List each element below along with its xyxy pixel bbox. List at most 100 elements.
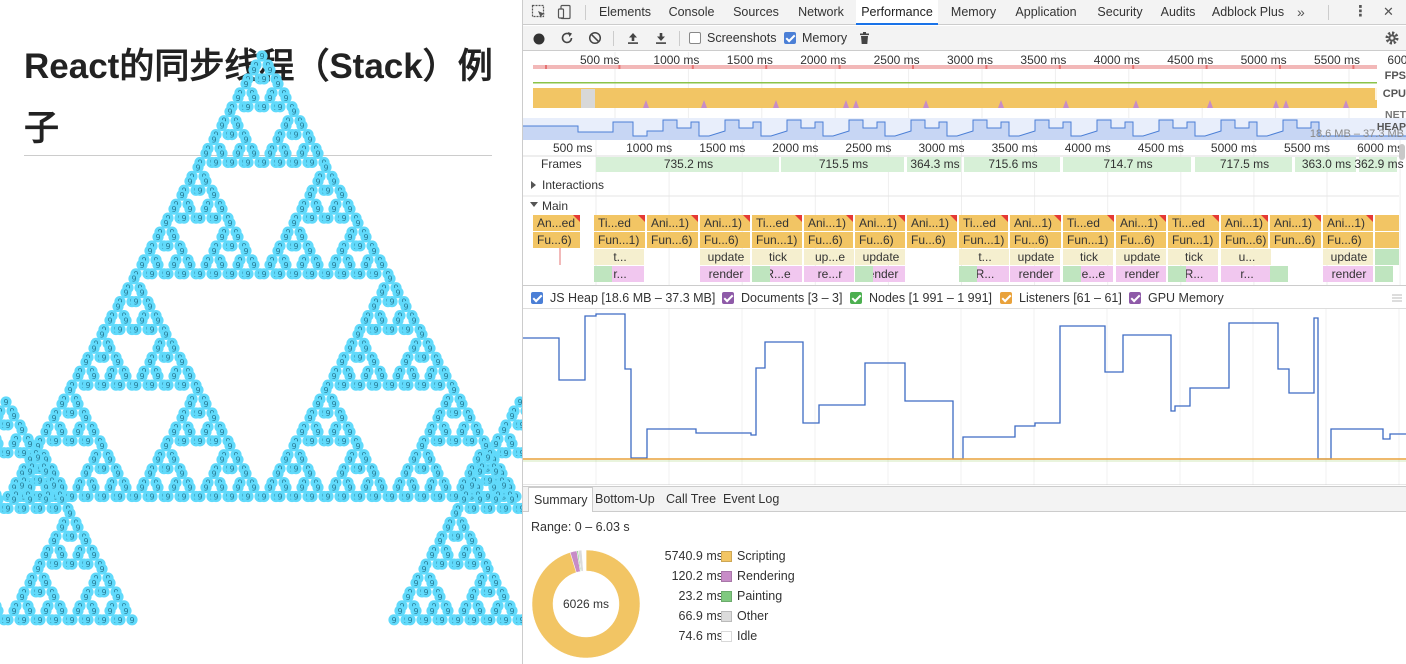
task-block[interactable]: Ti...ed [1168, 215, 1219, 231]
function-call-block[interactable]: Fu...6) [533, 232, 580, 248]
svg-text:9: 9 [107, 456, 112, 465]
function-call-block[interactable]: Fu...6) [855, 232, 905, 248]
function-call-block[interactable]: Fun...1) [1168, 232, 1219, 248]
save-profile-icon[interactable] [654, 31, 668, 45]
screenshots-checkbox[interactable] [689, 32, 701, 44]
task-block[interactable]: An...ed [533, 215, 580, 231]
update-call-block[interactable]: tick [1063, 249, 1113, 265]
memory-checkbox[interactable] [784, 32, 796, 44]
task-block[interactable]: Ti...ed [594, 215, 645, 231]
task-block[interactable]: Ani...1) [1323, 215, 1373, 231]
update-call-block[interactable]: update [855, 249, 905, 265]
svg-text:9: 9 [149, 325, 154, 334]
update-call-block[interactable]: up...e [804, 249, 854, 265]
task-block[interactable]: Ani...1) [907, 215, 957, 231]
svg-text:Fun...6): Fun...6) [1225, 233, 1266, 247]
task-block[interactable]: Ani...1) [1116, 215, 1166, 231]
collect-garbage-icon[interactable] [858, 31, 871, 45]
function-call-block[interactable]: Fun...1) [1063, 232, 1114, 248]
tab-event-log[interactable]: Event Log [718, 487, 784, 512]
function-call-block[interactable]: Fun...6) [1270, 232, 1321, 248]
update-call-block[interactable]: tick [752, 249, 802, 265]
task-block[interactable]: Ti...ed [959, 215, 1008, 231]
update-call-block[interactable]: update [1010, 249, 1060, 265]
memory-counters-chart[interactable] [523, 309, 1406, 485]
js-heap-checkbox[interactable] [531, 292, 543, 304]
function-call-block[interactable]: Fu...6) [700, 232, 750, 248]
tab-elements[interactable]: Elements [593, 0, 657, 24]
render-call-block[interactable]: r... [1221, 266, 1271, 282]
record-icon[interactable] [532, 32, 546, 46]
update-call-block[interactable]: update [700, 249, 750, 265]
update-call-block[interactable]: tick [1168, 249, 1218, 265]
reload-record-icon[interactable] [560, 31, 574, 45]
function-call-block[interactable]: Fu...6) [907, 232, 957, 248]
tab-adblock-plus[interactable]: Adblock Plus [1205, 0, 1291, 24]
task-block[interactable]: Ani...1) [855, 215, 905, 231]
tab-sources[interactable]: Sources [728, 0, 784, 24]
close-devtools-icon[interactable]: ✕ [1383, 4, 1394, 20]
svg-text:9: 9 [21, 504, 26, 513]
tab-application[interactable]: Application [1010, 0, 1082, 24]
clear-icon[interactable] [588, 31, 602, 45]
update-call-block[interactable]: update [1323, 249, 1373, 265]
tab-audits[interactable]: Audits [1159, 0, 1197, 24]
function-call-block[interactable]: Fun...1) [594, 232, 645, 248]
tab-memory[interactable]: Memory [945, 0, 1002, 24]
task-block[interactable]: Ani...1) [1010, 215, 1061, 231]
customize-menu-icon[interactable]: ⋮ [1353, 4, 1368, 20]
load-profile-icon[interactable] [626, 31, 640, 45]
documents-checkbox[interactable] [722, 292, 734, 304]
update-call-block[interactable]: t... [594, 249, 644, 265]
svg-text:9: 9 [187, 261, 192, 270]
nodes-checkbox[interactable] [850, 292, 862, 304]
render-call-block[interactable]: render [700, 266, 750, 282]
render-call-block[interactable]: render [1323, 266, 1373, 282]
main-thread-label[interactable]: Main [542, 199, 568, 213]
resize-handle-icon[interactable] [1392, 294, 1402, 302]
update-call-block[interactable]: t... [959, 249, 1009, 265]
svg-text:9: 9 [101, 588, 106, 597]
update-call-block[interactable]: update [1116, 249, 1166, 265]
task-block[interactable]: Ani...1) [647, 215, 698, 231]
listeners-checkbox[interactable] [1000, 292, 1012, 304]
task-block[interactable]: Ti...ed [1063, 215, 1114, 231]
capture-settings-gear-icon[interactable] [1384, 30, 1400, 46]
task-block[interactable]: Ti...ed [752, 215, 802, 231]
gpu-memory-checkbox[interactable] [1129, 292, 1141, 304]
dot: 9 [194, 407, 206, 419]
tab-security[interactable]: Security [1089, 0, 1151, 24]
function-call-block[interactable]: Fun...6) [647, 232, 698, 248]
function-call-block[interactable]: Fu...6) [1010, 232, 1061, 248]
function-call-block[interactable]: Fu...6) [1116, 232, 1166, 248]
tab-call-tree[interactable]: Call Tree [661, 487, 721, 512]
task-block[interactable]: Ani...1) [804, 215, 853, 231]
function-call-block[interactable]: Fun...6) [1221, 232, 1268, 248]
render-call-block[interactable]: render [1116, 266, 1166, 282]
task-block[interactable]: Ani...1) [700, 215, 750, 231]
function-call-block[interactable]: Fun...1) [959, 232, 1008, 248]
timeline-overview[interactable]: 500 ms 1000 ms 1500 ms 2000 ms 2500 ms 3000 m… [523, 52, 1406, 140]
interactions-label[interactable]: Interactions [542, 178, 604, 192]
flame-chart[interactable]: 500 ms 1000 ms 1500 ms 2000 ms 2500 ms 3000 m… [523, 140, 1406, 285]
svg-text:9: 9 [227, 219, 232, 228]
render-call-block[interactable]: render [1010, 266, 1060, 282]
task-block[interactable]: Ani...1) [1221, 215, 1268, 231]
inspect-element-icon[interactable] [531, 4, 547, 20]
svg-text:update: update [708, 250, 745, 264]
function-call-block[interactable]: Fun...1) [752, 232, 802, 248]
function-call-block[interactable]: Fu...6) [1323, 232, 1373, 248]
tab-performance[interactable]: Performance [856, 0, 938, 25]
tab-bottom-up[interactable]: Bottom-Up [590, 487, 660, 512]
update-call-block[interactable]: u... [1221, 249, 1271, 265]
function-call-block[interactable]: Fu...6) [804, 232, 853, 248]
svg-text:9: 9 [371, 247, 376, 256]
tab-summary[interactable]: Summary [528, 487, 594, 512]
task-block[interactable]: Ani...1) [1270, 215, 1321, 231]
tab-network[interactable]: Network [792, 0, 850, 24]
tab-console[interactable]: Console [663, 0, 720, 24]
device-toolbar-icon[interactable] [557, 4, 573, 20]
more-tabs-icon[interactable]: » [1297, 4, 1305, 20]
svg-text:9: 9 [403, 470, 408, 479]
render-call-block[interactable]: re...r [804, 266, 854, 282]
